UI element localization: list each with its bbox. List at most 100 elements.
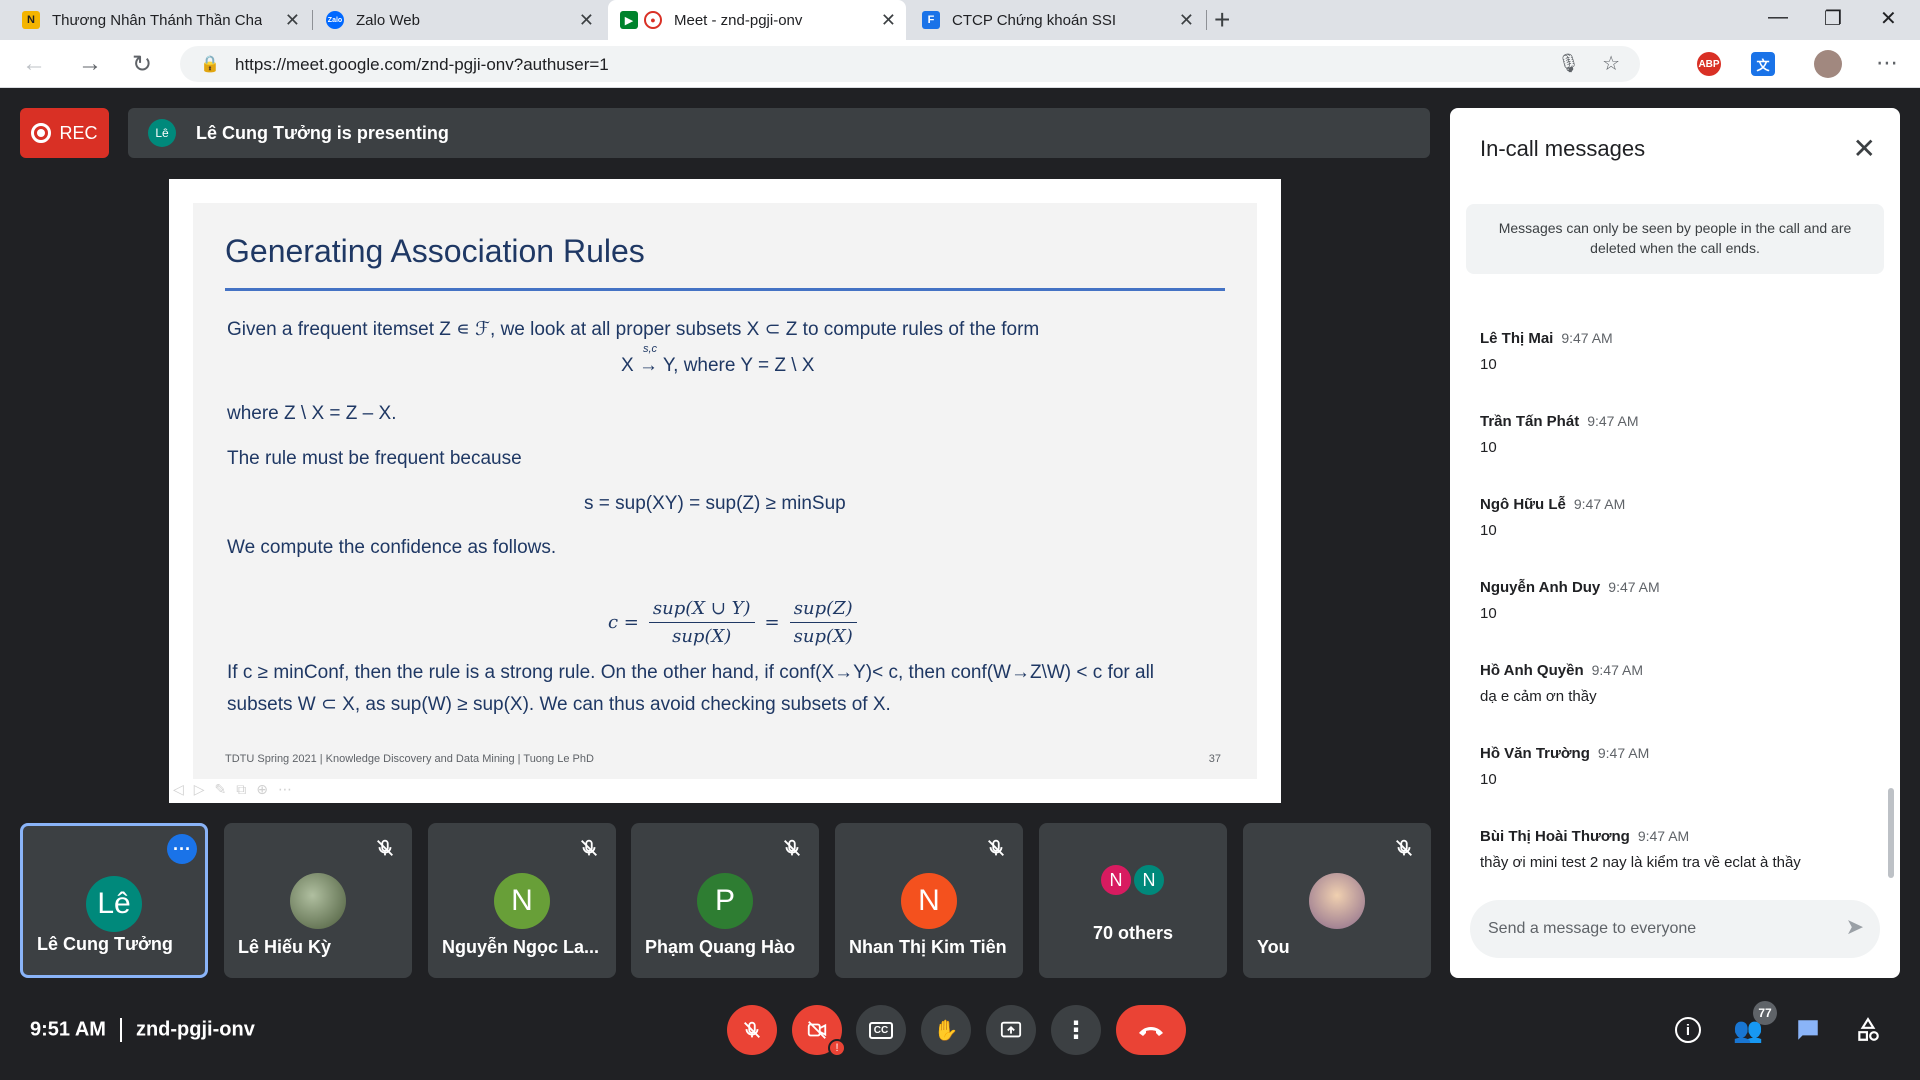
tab-zalo[interactable]: Zalo Zalo Web ✕ [314,0,604,40]
adblock-extension-icon[interactable]: ABP [1697,52,1721,76]
avatar: N [901,873,957,929]
menu-more-icon[interactable]: ⋯ [1876,50,1898,76]
chat-input[interactable]: Send a message to everyone ➤ [1470,900,1880,958]
raise-hand-button[interactable]: ✋ [921,1005,971,1055]
others-count-label: 70 others [1092,923,1174,943]
divider [119,1018,122,1042]
tab-title: Thương Nhân Thánh Thần Chap [52,11,262,29]
participant-tile[interactable]: N Nhan Thị Kim Tiên [835,823,1023,978]
fraction-2-numerator: sup(Z) [789,598,857,623]
mic-off-icon [1396,839,1412,856]
presenting-banner: Lê Lê Cung Tưởng is presenting [128,108,1430,158]
more-vert-icon: ⋮ [1064,1016,1088,1044]
profile-avatar[interactable] [1814,50,1842,78]
chat-notice: Messages can only be seen by people in t… [1466,204,1884,274]
leave-call-button[interactable] [1116,1005,1186,1055]
record-icon [31,123,52,143]
participant-tile-presenter[interactable]: ··· Lê Lê Cung Tưởng [20,823,208,978]
chat-title: In-call messages [1480,136,1646,161]
confidence-formula: c = sup(X ∪ Y) sup(X) = sup(Z) sup(X) [608,598,867,647]
close-icon[interactable]: ✕ [579,10,594,31]
mic-off-icon [744,1021,760,1038]
url-text[interactable]: https://meet.google.com/znd-pgji-onv?aut… [235,55,609,75]
slide-support-formula: s = sup(XY) = sup(Z) ≥ minSup [584,493,846,514]
message-sender: Trần Tấn Phát [1480,413,1580,430]
chat-icon [1798,1020,1818,1040]
tab-meet[interactable]: ▶ ● Meet - znd-pgji-onv ✕ [608,0,906,40]
camera-toggle-button[interactable]: ! [792,1005,846,1057]
formula-equals: = [764,612,780,633]
tab-title: Meet - znd-pgji-onv [674,11,803,29]
avatar: P [697,873,753,929]
tab-ssi[interactable]: F CTCP Chứng khoán SSI ✕ [910,0,1204,40]
participant-name: Nguyễn Ngọc La... [442,937,600,957]
participant-name: Nhan Thị Kim Tiên [849,937,1007,957]
tab-favicon: F [922,11,940,29]
captions-button[interactable]: CC [856,1005,906,1055]
add-favorite-icon[interactable]: ☆ [1602,51,1620,76]
fraction-1: sup(X ∪ Y) sup(X) [648,598,755,647]
self-tile[interactable]: You [1243,823,1431,978]
mic-off-icon [784,839,800,856]
activities-button[interactable] [1853,1015,1883,1045]
participant-tile[interactable]: N Nguyễn Ngọc La... [428,823,616,978]
new-tab-button[interactable]: + [1214,4,1230,36]
close-icon[interactable]: ✕ [1179,10,1194,31]
avatar: N [494,873,550,929]
slide-paragraph-3: The rule must be frequent because [227,448,522,469]
translate-extension-icon[interactable]: 文 [1751,52,1775,76]
fraction-2: sup(Z) sup(X) [789,598,857,647]
chat-message: Bùi Thị Hoài Thương 9:47 AM thầy ơi mini … [1480,828,1880,871]
message-text: 10 [1480,605,1497,622]
send-icon[interactable]: ➤ [1846,914,1864,940]
minimize-icon[interactable]: — [1768,6,1788,29]
message-text: 10 [1480,439,1497,456]
chat-button[interactable] [1793,1015,1823,1045]
participant-name: Lê Cung Tưởng [37,934,173,954]
mic-off-icon [581,839,597,856]
present-button[interactable] [986,1005,1036,1055]
message-text: 10 [1480,356,1497,373]
others-tile[interactable]: N N 70 others [1039,823,1227,978]
close-icon[interactable]: ✕ [881,10,896,31]
slide-controls[interactable]: ◁▷✎⧉⊕⋯ [173,781,302,798]
chat-message: Hồ Anh Quyền 9:47 AM dạ e cảm ơn thầy [1480,662,1880,705]
rule-x: X [621,355,634,376]
participant-tile[interactable]: P Phạm Quang Hào [631,823,819,978]
chat-scrollbar[interactable] [1888,788,1894,878]
lock-icon[interactable]: 🔒 [200,54,220,74]
chat-message: Ngô Hữu Lễ 9:47 AM 10 [1480,496,1880,539]
microphone-icon[interactable]: 🎙 [1557,53,1580,74]
chat-message: Lê Thị Mai 9:47 AM 10 [1480,330,1880,373]
close-chat-icon[interactable]: ✕ [1853,132,1876,165]
more-options-button[interactable]: ⋮ [1051,1005,1101,1055]
meeting-details-button[interactable]: i [1673,1015,1703,1045]
message-sender: Lê Thị Mai [1480,330,1554,347]
window-close-icon[interactable]: ✕ [1880,6,1897,31]
close-icon[interactable]: ✕ [285,10,300,31]
forward-icon[interactable]: → [78,50,102,78]
slide-footer: TDTU Spring 2021 | Knowledge Discovery a… [225,753,594,765]
tab-thuong-nhan[interactable]: N Thương Nhân Thánh Thần Chap ✕ [10,0,310,40]
people-button[interactable]: 👥 77 [1733,1001,1777,1045]
formula-c: c = [608,612,639,633]
participant-count-badge: 77 [1753,1001,1777,1025]
participant-tile[interactable]: Lê Hiếu Kỳ [224,823,412,978]
participant-name: You [1257,937,1290,957]
more-options-icon[interactable]: ··· [167,834,197,864]
rule-arrow-label: s,c [642,343,658,355]
back-icon[interactable]: ← [22,50,46,78]
mic-toggle-button[interactable] [727,1005,777,1055]
reload-icon[interactable]: ↻ [132,50,152,79]
tab-title: CTCP Chứng khoán SSI [952,11,1117,29]
restore-icon[interactable]: ❐ [1824,6,1842,31]
fraction-2-denominator: sup(X) [793,626,853,647]
avatar: Lê [86,876,142,932]
clock: 9:51 AM [30,1018,106,1041]
meeting-code: znd-pgji-onv [135,1018,255,1041]
chat-panel: In-call messages ✕ Messages can only be … [1450,108,1900,978]
meet-stage: REC Lê Lê Cung Tưởng is presenting Gener… [0,88,1920,1080]
omnibox[interactable]: 🔒 https://meet.google.com/znd-pgji-onv?a… [180,46,1640,82]
chat-input-placeholder: Send a message to everyone [1488,920,1697,937]
presenting-text: Lê Cung Tưởng is presenting [196,122,449,143]
